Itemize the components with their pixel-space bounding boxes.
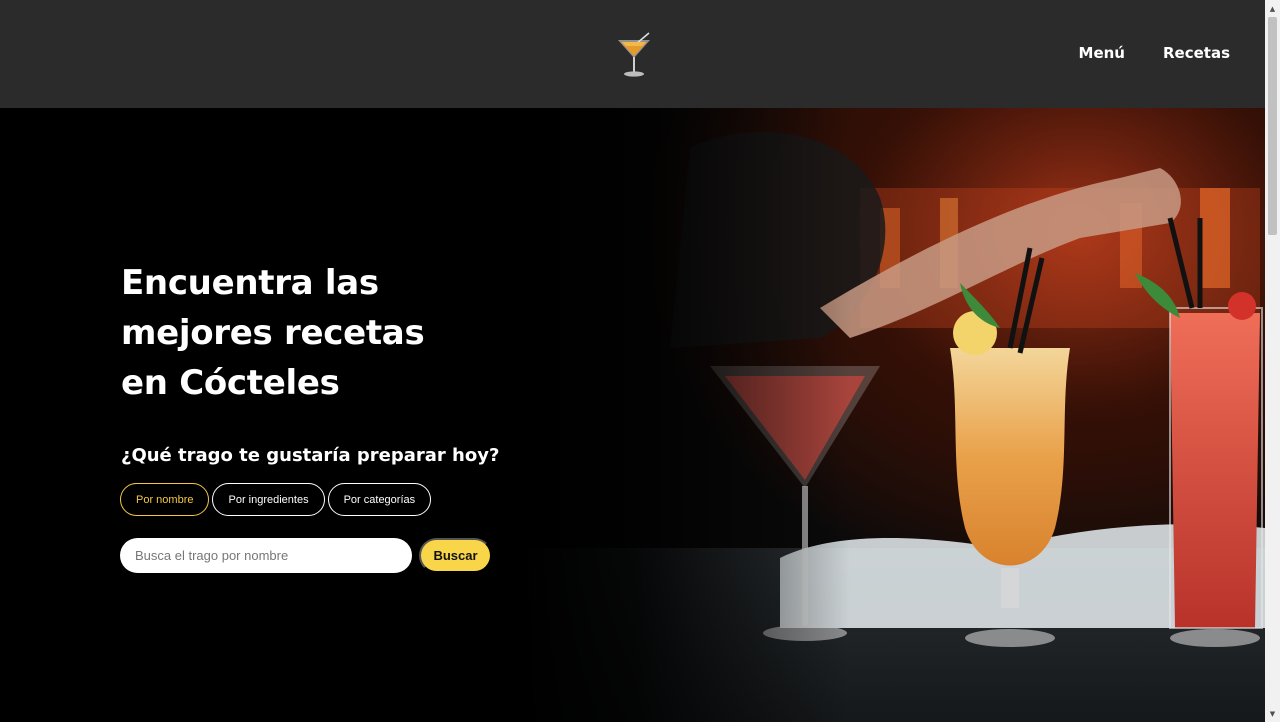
cocktail-glass-icon[interactable]: [612, 30, 656, 80]
hero-title: Encuentra las mejores recetas en Cóctele…: [121, 258, 481, 408]
search-button[interactable]: Buscar: [419, 538, 492, 573]
scrollbar-thumb[interactable]: [1268, 17, 1277, 235]
filter-by-ingredients-button[interactable]: Por ingredientes: [212, 483, 325, 516]
top-header: Menú Recetas: [0, 0, 1265, 108]
vertical-scrollbar[interactable]: ▲ ▼: [1265, 0, 1280, 722]
hero-image-fade: [520, 108, 850, 722]
hero-title-line-2: mejores recetas: [121, 313, 425, 353]
hero-question: ¿Qué trago te gustaría preparar hoy?: [121, 445, 500, 466]
nav-menu-link[interactable]: Menú: [1079, 44, 1125, 62]
scroll-down-arrow-icon[interactable]: ▼: [1265, 705, 1280, 722]
nav-recipes-link[interactable]: Recetas: [1163, 44, 1230, 62]
filter-by-categories-button[interactable]: Por categorías: [327, 483, 432, 516]
search-input[interactable]: [120, 538, 412, 573]
scroll-up-arrow-icon[interactable]: ▲: [1265, 0, 1280, 17]
main-nav: Menú Recetas: [1079, 44, 1230, 62]
hero-title-line-3: en Cócteles: [121, 363, 340, 403]
hero-title-line-1: Encuentra las: [121, 263, 379, 303]
filter-by-name-button[interactable]: Por nombre: [120, 483, 210, 516]
hero-section: Encuentra las mejores recetas en Cóctele…: [0, 108, 1265, 722]
search-row: Buscar: [120, 538, 492, 573]
search-filter-tabs: Por nombre Por ingredientes Por categorí…: [120, 483, 432, 516]
